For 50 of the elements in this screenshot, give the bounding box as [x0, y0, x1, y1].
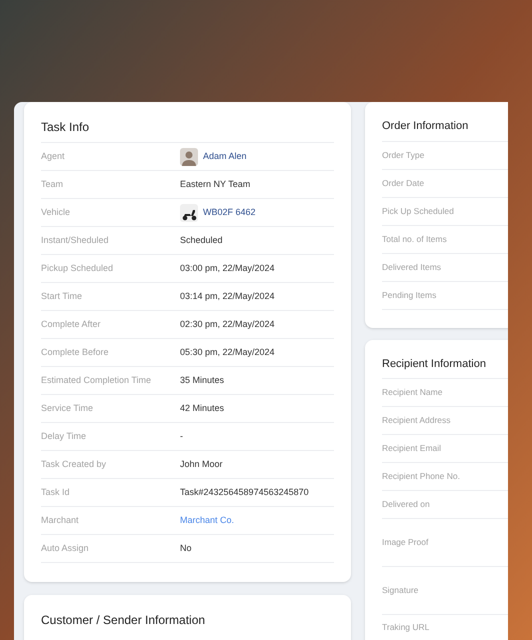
- field-label: Recipient Name: [382, 386, 442, 399]
- field-value: No: [180, 542, 192, 555]
- field-label: Instant/Sheduled: [41, 234, 110, 247]
- card-title: Recipient Information: [382, 356, 487, 372]
- field-label: Complete Before: [41, 346, 110, 359]
- field-label: Delivered Items: [382, 260, 442, 274]
- field-value: 02:30 pm, 22/May/2024: [180, 318, 275, 331]
- field-label: Order Type: [382, 148, 424, 162]
- field-label: Auto Assign: [41, 542, 90, 555]
- field-label: Task Created by: [41, 458, 108, 471]
- field-value: Task#243256458974563245870: [180, 486, 309, 499]
- field-label: Service Time: [41, 402, 94, 415]
- field-label: Team: [41, 178, 64, 191]
- field-label: Pick Up Scheduled: [382, 204, 454, 218]
- field-label: Marchant: [41, 514, 80, 527]
- avatar-icon: [180, 148, 198, 166]
- card-title: Task Info: [41, 119, 90, 136]
- field-value: -: [180, 430, 183, 443]
- field-label: Recipient Phone No.: [382, 470, 460, 483]
- field-label: Traking URL: [382, 620, 430, 634]
- field-value: 03:14 pm, 22/May/2024: [180, 290, 275, 303]
- field-value: 35 Minutes: [180, 374, 224, 387]
- merchant-link[interactable]: Marchant Co.: [180, 514, 234, 528]
- field-label: Start Time: [41, 290, 84, 303]
- field-label: Delivered on: [382, 498, 430, 511]
- field-label: Estimated Completion Time: [41, 374, 152, 387]
- field-label: Pickup Scheduled: [41, 262, 114, 275]
- field-label: Signature: [382, 584, 418, 597]
- field-value: Scheduled: [180, 234, 223, 247]
- field-label: Order Date: [382, 176, 424, 190]
- field-label: Total no. of Items: [382, 232, 447, 246]
- card-title: Order Information: [382, 119, 470, 134]
- field-value: Eastern NY Team: [180, 178, 250, 191]
- card-title: Customer / Sender Information: [41, 612, 206, 629]
- field-label: Task Id: [41, 486, 71, 499]
- field-label: Pending Items: [382, 288, 436, 302]
- field-value: John Moor: [180, 458, 223, 471]
- agent-link[interactable]: Adam Alen: [203, 150, 247, 164]
- field-label: Complete After: [41, 318, 102, 331]
- field-value: 03:00 pm, 22/May/2024: [180, 262, 275, 275]
- field-label: Agent: [41, 150, 66, 163]
- field-label: Image Proof: [382, 536, 428, 549]
- field-label: Recipient Email: [382, 442, 442, 455]
- vehicle-link[interactable]: WB02F 6462: [203, 206, 256, 220]
- field-label: Recipient Address: [382, 414, 451, 427]
- field-value: 42 Minutes: [180, 402, 224, 415]
- field-label: Delay Time: [41, 430, 88, 443]
- field-label: Vehicle: [41, 206, 72, 219]
- scooter-icon: [180, 204, 198, 222]
- field-value: 05:30 pm, 22/May/2024: [180, 346, 275, 359]
